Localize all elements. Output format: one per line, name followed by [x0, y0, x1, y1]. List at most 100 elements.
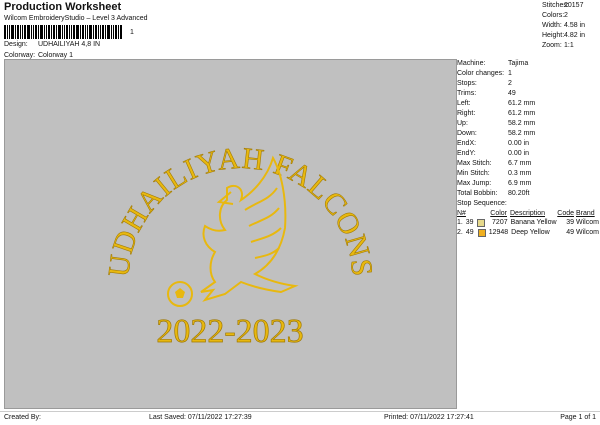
machine-info-value: 0.00 in	[508, 140, 530, 147]
barcode-bar	[107, 25, 110, 39]
barcode-bar	[46, 25, 47, 39]
machine-info-label: Max Jump:	[457, 180, 492, 187]
color-swatch	[477, 219, 486, 227]
barcode-bar	[111, 25, 112, 39]
barcode-bar	[93, 25, 94, 39]
year-text: 2022-2023	[156, 313, 303, 350]
machine-info-row: EndY: 0.00 in	[457, 149, 598, 159]
footer: Created By: Last Saved: 07/11/2022 17:27…	[0, 411, 600, 425]
barcode-bar	[33, 25, 34, 39]
needle-number: 49	[465, 229, 474, 236]
column-header: Color	[490, 210, 507, 217]
summary-value: 4.58 in	[564, 22, 586, 29]
barcode-bar	[53, 25, 55, 39]
machine-info-value: Tajima	[508, 60, 529, 67]
machine-info-row: Color changes: 1	[457, 69, 598, 79]
stop-sequence-header: N# Color Description Code Brand	[457, 209, 598, 218]
machine-info-row: EndX: 0.00 in	[457, 139, 598, 149]
barcode-bar	[38, 25, 39, 39]
machine-info-label: Left:	[457, 100, 471, 107]
barcode-bar	[56, 25, 57, 39]
last-saved: Last Saved: 07/11/2022 17:27:39	[149, 414, 252, 421]
page-number: Page 1 of 1	[560, 414, 596, 421]
machine-info-label: Stops:	[457, 80, 477, 87]
machine-info-value: 6.7 mm	[508, 160, 532, 167]
machine-info-row: Min Stitch: 0.3 mm	[457, 169, 598, 179]
barcode-bar	[100, 25, 101, 39]
machine-info-value: 49	[508, 90, 516, 97]
machine-info-value: 1	[508, 70, 512, 77]
machine-info-value: 6.9 mm	[508, 180, 532, 187]
barcode-bar	[17, 25, 19, 39]
barcode-bar	[89, 25, 92, 39]
created-by: Created By:	[4, 414, 41, 421]
machine-info-value: 0.3 mm	[508, 170, 532, 177]
machine-info-row: Max Jump: 6.9 mm	[457, 179, 598, 189]
summary-value: 1:1	[564, 42, 574, 49]
barcode-bar	[22, 25, 23, 39]
step-number: 1.	[457, 219, 463, 226]
embroidery-artwork: UDHAILIYAH FALCONS 2022-2023	[102, 141, 379, 350]
summary-box: Stitches:20157 Colors:2 Width: 4.58 in He…	[542, 1, 598, 51]
machine-info-row: Max Stitch: 6.7 mm	[457, 159, 598, 169]
column-header: Description	[510, 210, 546, 217]
stop-sequence-row: 2. 49 12948 Deep Yellow 49 Wilcom	[457, 228, 599, 238]
machine-info-label: Up:	[457, 120, 468, 127]
machine-info-label: Machine:	[457, 60, 486, 67]
design-value: UDHAILIYAH 4,8 IN	[37, 41, 101, 48]
barcode-bar	[31, 25, 32, 39]
color-swatch	[477, 229, 486, 237]
color-description: Deep Yellow	[511, 229, 550, 236]
machine-info-label: Down:	[457, 130, 477, 137]
barcode-bar	[118, 25, 119, 39]
machine-info-label: EndX:	[457, 140, 477, 147]
barcode-bar	[48, 25, 50, 39]
printed-date: Printed: 07/11/2022 17:27:41	[384, 414, 474, 421]
barcode-bar	[9, 25, 10, 39]
summary-height: Height:4.82 in	[542, 31, 598, 41]
barcode	[4, 25, 129, 39]
machine-info-value: 0.00 in	[508, 150, 530, 157]
machine-info-row: Left: 61.2 mm	[457, 99, 598, 109]
colorway-label: Colorway:	[4, 52, 36, 59]
barcode-bar	[24, 25, 26, 39]
colorway-value: Colorway 1	[37, 52, 73, 59]
arc-text: UDHAILIYAH FALCONS	[102, 142, 379, 279]
barcode-bar	[82, 25, 84, 39]
machine-info-row: Machine: Tajima	[457, 59, 598, 69]
barcode-bar	[120, 25, 122, 39]
design-label: Design:	[4, 41, 28, 48]
machine-info-row: Right: 61.2 mm	[457, 109, 598, 119]
barcode-bar	[85, 25, 86, 39]
column-header: Code	[557, 210, 574, 217]
barcode-suffix: 1	[130, 29, 134, 36]
barcode-bar	[115, 25, 117, 39]
barcode-bar	[27, 25, 30, 39]
barcode-bar	[35, 25, 37, 39]
falcon-icon	[200, 155, 299, 302]
barcode-bar	[51, 25, 52, 39]
soccer-ball-icon	[167, 281, 193, 307]
barcode-bar	[80, 25, 81, 39]
machine-info-label: Right:	[457, 110, 476, 117]
summary-zoom: Zoom: 1:1	[542, 41, 598, 51]
barcode-bar	[98, 25, 99, 39]
barcode-bar	[66, 25, 68, 39]
machine-info-value: 58.2 mm	[508, 130, 536, 137]
summary-label: Width:	[542, 22, 562, 29]
needle-number: 39	[465, 219, 474, 226]
software-name: Wilcom EmbroideryStudio – Level 3 Advanc…	[4, 15, 148, 22]
column-header: N#	[457, 210, 466, 217]
step-number: 2.	[457, 229, 463, 236]
machine-info-label: EndY:	[457, 150, 476, 157]
color-number: 7207	[492, 219, 508, 226]
color-code: 39	[566, 219, 574, 226]
stop-sequence-row: 1. 39 7207 Banana Yellow 39 Wilcom	[457, 218, 599, 228]
summary-label: Height:	[542, 32, 565, 39]
machine-info-row: Total Bobbin: 80.20ft	[457, 189, 598, 199]
barcode-bar	[44, 25, 45, 39]
machine-info-label: Color changes:	[457, 70, 505, 77]
machine-info-label: Total Bobbin:	[457, 190, 498, 197]
color-description: Banana Yellow	[510, 219, 557, 226]
machine-info-row: Stops: 2	[457, 79, 598, 89]
